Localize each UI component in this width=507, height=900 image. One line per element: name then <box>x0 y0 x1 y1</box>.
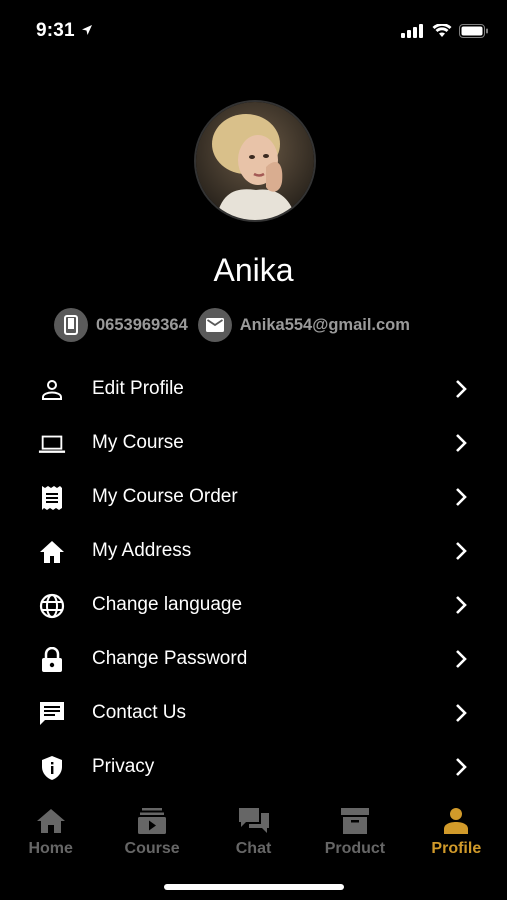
signal-icon <box>401 24 423 38</box>
tab-home[interactable]: Home <box>0 800 101 870</box>
home-icon <box>38 538 66 566</box>
menu-item-edit-profile[interactable]: Edit Profile <box>0 362 507 416</box>
chat-icon <box>38 700 66 728</box>
home-indicator[interactable] <box>164 884 344 890</box>
avatar-photo <box>196 102 314 220</box>
receipt-icon <box>38 484 66 512</box>
menu-item-my-course-order[interactable]: My Course Order <box>0 470 507 524</box>
tab-profile[interactable]: Profile <box>406 800 507 870</box>
chevron-right-icon <box>456 434 467 452</box>
menu-label: Edit Profile <box>92 378 184 399</box>
menu-label: My Address <box>92 540 192 561</box>
status-bar: 9:31 <box>0 0 507 60</box>
wifi-icon <box>432 24 452 37</box>
menu-label: Privacy <box>92 756 155 777</box>
person-icon <box>38 376 66 404</box>
chevron-right-icon <box>456 380 467 398</box>
menu-label: My Course <box>92 432 184 453</box>
laptop-icon <box>38 430 66 458</box>
chat-bubbles-icon <box>238 806 270 836</box>
tab-label: Profile <box>431 840 482 857</box>
menu-label: My Course Order <box>92 486 238 507</box>
mail-icon <box>197 308 232 342</box>
lock-icon <box>38 646 66 674</box>
menu-item-contact-us[interactable]: Contact Us <box>0 686 507 740</box>
chevron-right-icon <box>456 488 467 506</box>
menu-item-change-language[interactable]: Change language <box>0 578 507 632</box>
battery-icon <box>459 24 488 38</box>
phone-number: 0653969364 <box>96 315 188 334</box>
tab-chat[interactable]: Chat <box>203 800 304 870</box>
menu-item-my-address[interactable]: My Address <box>0 524 507 578</box>
course-icon <box>137 806 167 836</box>
email-address: Anika554@gmail.com <box>239 315 410 334</box>
menu-item-privacy[interactable]: Privacy <box>0 740 507 794</box>
contact-row: 0653969364 Anika554@gmail.com <box>54 308 410 342</box>
globe-icon <box>38 592 66 620</box>
menu-label: Contact Us <box>92 702 186 723</box>
tab-label: Course <box>124 840 180 857</box>
avatar[interactable] <box>194 100 316 222</box>
user-name: Anika <box>213 252 294 288</box>
tab-label: Home <box>28 840 73 857</box>
shield-icon <box>38 754 66 782</box>
tab-bar: Home Course Chat Product Profile <box>0 800 507 870</box>
menu-item-change-password[interactable]: Change Password <box>0 632 507 686</box>
chevron-right-icon <box>456 758 467 776</box>
menu-label: Change Password <box>92 648 248 669</box>
chevron-right-icon <box>456 542 467 560</box>
chevron-right-icon <box>456 704 467 722</box>
tab-course[interactable]: Course <box>101 800 202 870</box>
box-icon <box>340 806 370 836</box>
menu-label: Change language <box>92 594 243 615</box>
chevron-right-icon <box>456 650 467 668</box>
chevron-right-icon <box>456 596 467 614</box>
profile-icon <box>443 806 469 836</box>
menu-item-my-course[interactable]: My Course <box>0 416 507 470</box>
tab-product[interactable]: Product <box>304 800 405 870</box>
status-time: 9:31 <box>36 20 75 41</box>
phone-icon <box>54 308 88 342</box>
location-arrow-icon <box>82 25 92 35</box>
tab-label: Product <box>324 840 386 857</box>
profile-menu: Edit Profile My Course My Course Order M… <box>0 362 507 794</box>
home-icon <box>36 806 66 836</box>
tab-label: Chat <box>235 840 272 857</box>
